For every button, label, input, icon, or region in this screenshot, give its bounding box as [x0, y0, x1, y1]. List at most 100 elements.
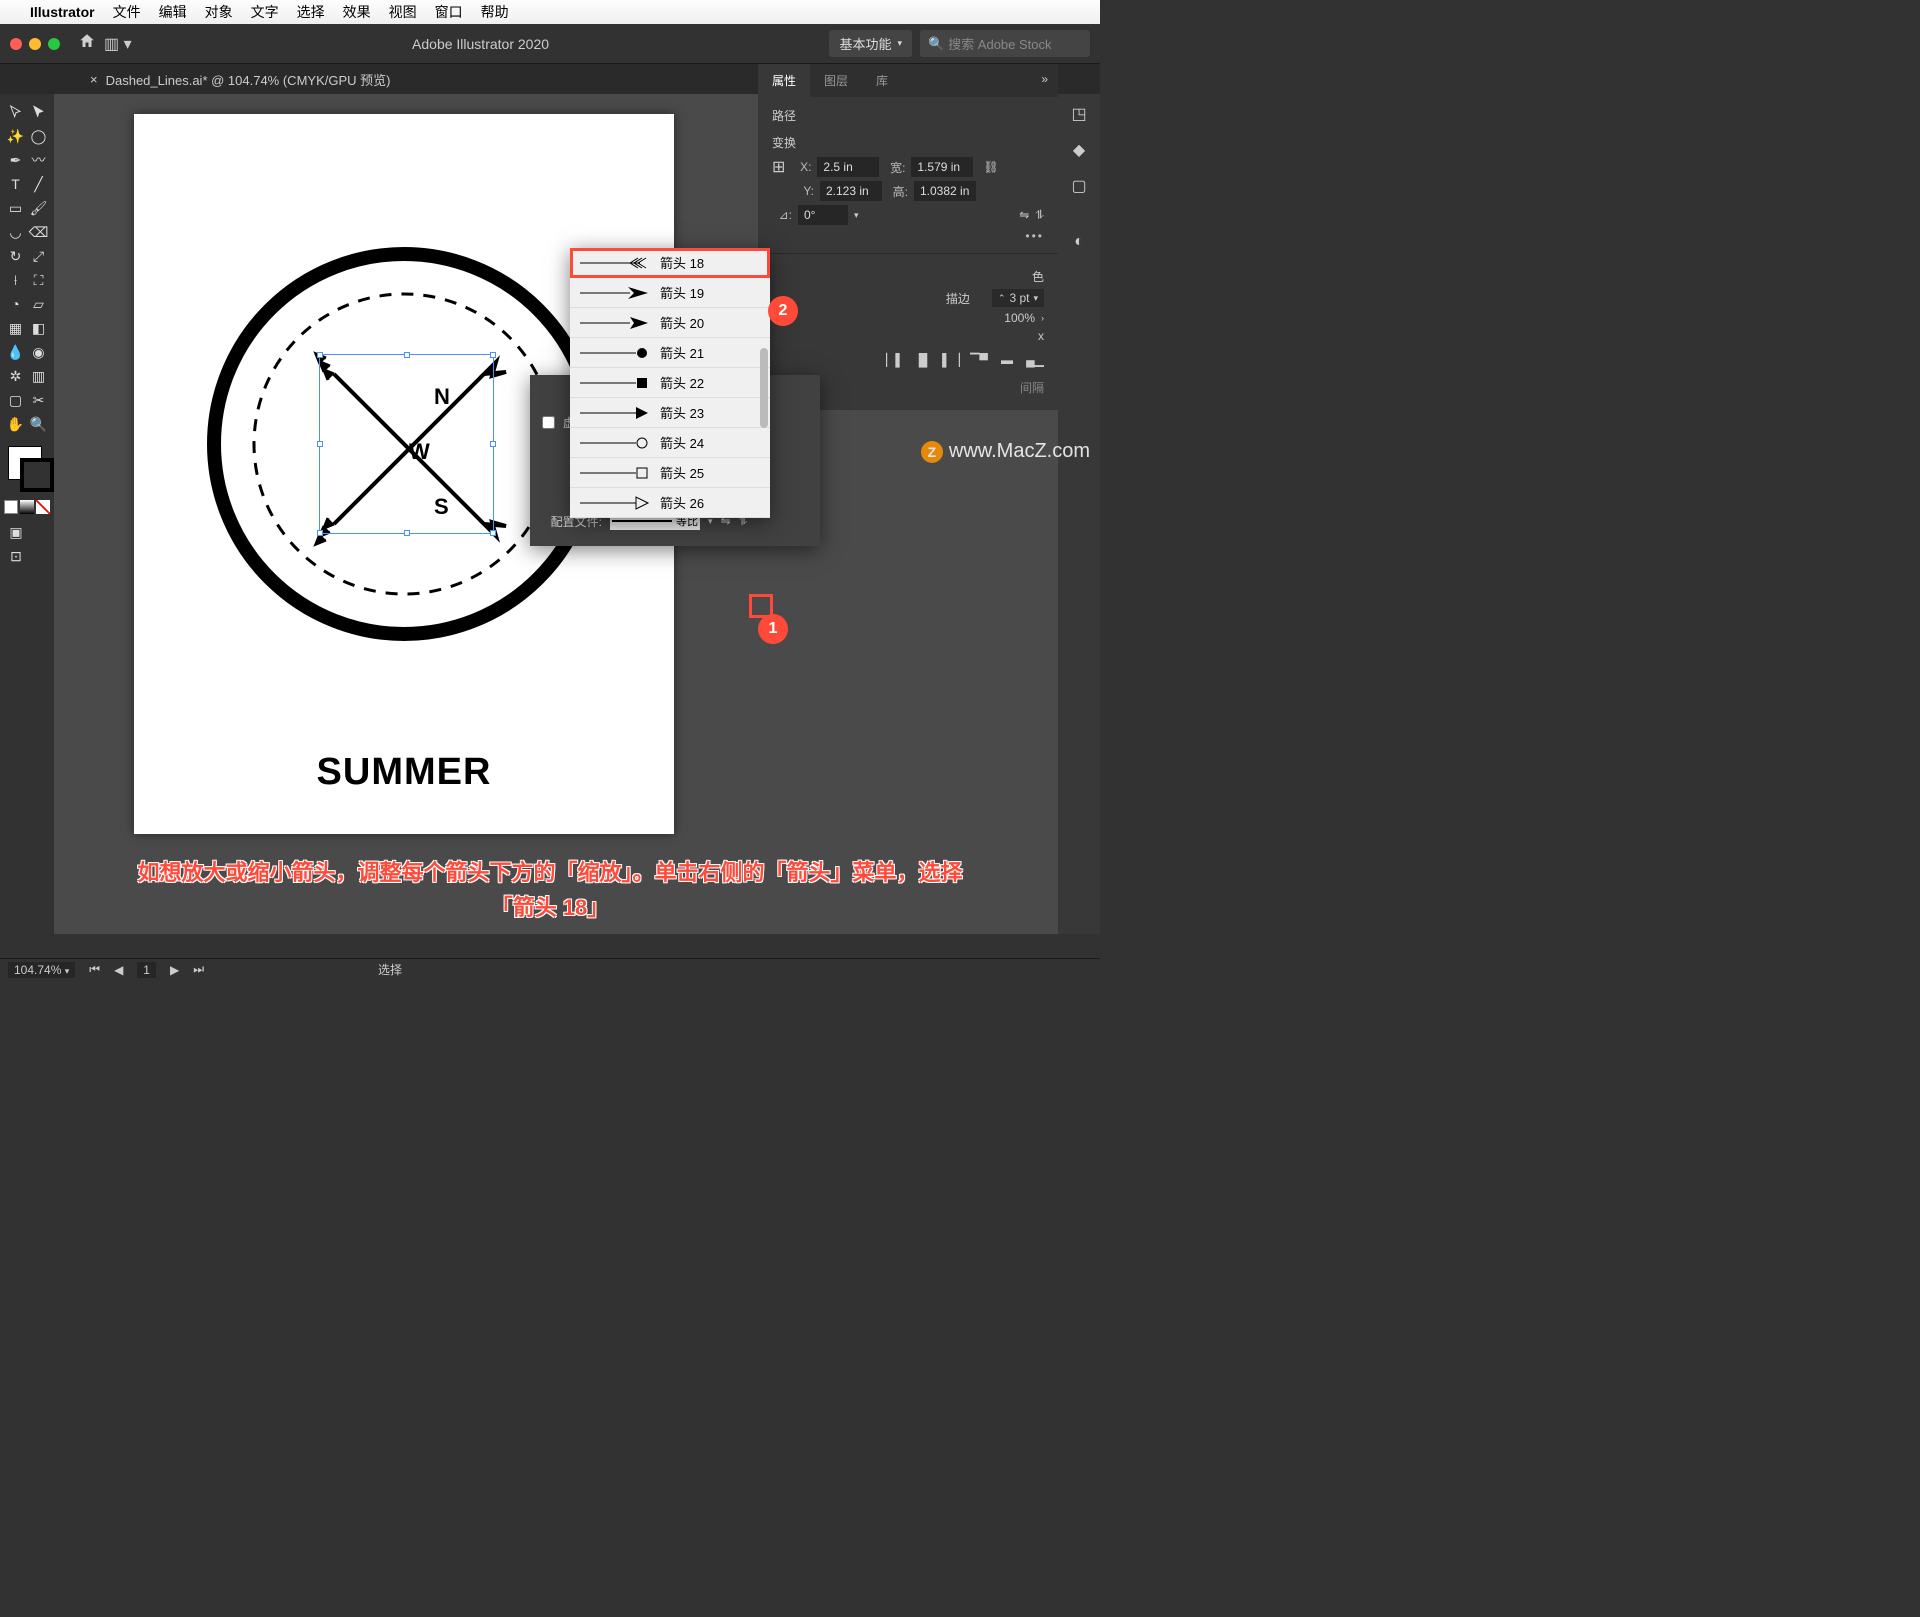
menu-select[interactable]: 选择 — [297, 2, 325, 22]
dropdown-scrollbar[interactable] — [760, 348, 768, 428]
nav-next-icon[interactable]: ▶ — [170, 963, 179, 977]
blend-tool[interactable]: ◉ — [27, 340, 50, 364]
arrow-option-23[interactable]: 箭头 23 — [570, 398, 770, 428]
menu-help[interactable]: 帮助 — [481, 2, 509, 22]
line-tool[interactable]: ╱ — [27, 172, 50, 196]
gradient-mode-icon[interactable] — [20, 500, 34, 514]
comments-dock-icon[interactable]: ◐ — [1067, 230, 1091, 254]
zoom-level-input[interactable]: 104.74% ▾ — [8, 962, 75, 978]
nav-prev-icon[interactable]: ◀ — [114, 963, 123, 977]
screen-mode-icon[interactable]: ▣ — [4, 520, 28, 544]
selection-bounding-box[interactable] — [319, 354, 494, 534]
menu-app-name[interactable]: Illustrator — [30, 4, 95, 20]
menu-type[interactable]: 文字 — [251, 2, 279, 22]
tab-libraries[interactable]: 库 — [862, 64, 902, 97]
perspective-tool[interactable]: ▱ — [27, 292, 50, 316]
none-mode-icon[interactable] — [36, 500, 50, 514]
color-mode-icon[interactable] — [4, 500, 18, 514]
shape-builder-tool[interactable]: ◔ — [4, 292, 27, 316]
stroke-swatch[interactable] — [20, 458, 54, 492]
reference-point-icon[interactable]: ⊞ — [772, 157, 785, 177]
link-wh-icon[interactable]: ⛓ — [983, 160, 998, 174]
selection-tool[interactable] — [4, 100, 27, 124]
mesh-tool[interactable]: ▦ — [4, 316, 27, 340]
y-input[interactable] — [820, 181, 882, 201]
opacity-value[interactable]: 100% — [1004, 311, 1035, 325]
width-input[interactable] — [911, 157, 973, 177]
curvature-tool[interactable]: 〰 — [27, 148, 50, 172]
arrow-option-22[interactable]: 箭头 22 — [570, 368, 770, 398]
free-transform-tool[interactable]: ⛶ — [27, 268, 50, 292]
document-tab[interactable]: Dashed_Lines.ai* @ 104.74% (CMYK/GPU 预览) — [106, 70, 391, 89]
arrange-documents-icon[interactable]: ▥ ▾ — [104, 34, 132, 54]
arrow-option-18[interactable]: 箭头 18 — [570, 248, 770, 278]
menu-object[interactable]: 对象 — [205, 2, 233, 22]
align-top-icon[interactable]: ▔▀ — [970, 351, 988, 369]
menu-view[interactable]: 视图 — [389, 2, 417, 22]
tab-layers[interactable]: 图层 — [810, 64, 862, 97]
menu-file[interactable]: 文件 — [113, 2, 141, 22]
align-bottom-icon[interactable]: ▄▁ — [1026, 351, 1044, 369]
nav-last-icon[interactable]: ⏭ — [193, 962, 204, 977]
height-input[interactable] — [914, 181, 976, 201]
more-options-icon[interactable]: ••• — [772, 229, 1044, 243]
artboard-number-input[interactable]: 1 — [137, 962, 156, 978]
direct-selection-tool[interactable] — [27, 100, 50, 124]
layers-dock-icon[interactable]: ◆ — [1067, 138, 1091, 162]
arrow-option-25[interactable]: 箭头 25 — [570, 458, 770, 488]
expand-panel-icon[interactable]: » — [1031, 64, 1058, 97]
flip-v-icon[interactable]: ⥮ — [1035, 208, 1044, 223]
magic-wand-tool[interactable]: ✨ — [4, 124, 27, 148]
menu-window[interactable]: 窗口 — [435, 2, 463, 22]
align-center-h-icon[interactable]: ▐▌ — [914, 351, 932, 369]
rotate-tool[interactable]: ↻ — [4, 244, 27, 268]
menu-edit[interactable]: 编辑 — [159, 2, 187, 22]
align-right-icon[interactable]: ▌▕ — [942, 351, 960, 369]
properties-dock-icon[interactable]: ◳ — [1067, 102, 1091, 126]
fill-stroke-swatches[interactable] — [4, 446, 50, 496]
opacity-chevron-icon[interactable]: › — [1041, 313, 1044, 323]
nav-first-icon[interactable]: ⏮ — [89, 962, 100, 977]
eyedropper-tool[interactable]: 💧 — [4, 340, 27, 364]
menu-effect[interactable]: 效果 — [343, 2, 371, 22]
angle-input[interactable] — [798, 205, 848, 225]
gradient-tool[interactable]: ◧ — [27, 316, 50, 340]
symbol-sprayer-tool[interactable]: ✲ — [4, 364, 27, 388]
arrow-option-26[interactable]: 箭头 26 — [570, 488, 770, 518]
rectangle-tool[interactable]: ▭ — [4, 196, 27, 220]
align-middle-v-icon[interactable]: ▬ — [998, 351, 1016, 369]
arrow-option-24[interactable]: 箭头 24 — [570, 428, 770, 458]
maximize-window-button[interactable] — [48, 38, 60, 50]
close-window-button[interactable] — [10, 38, 22, 50]
type-tool[interactable]: T — [4, 172, 27, 196]
shaper-tool[interactable]: ◡ — [4, 220, 27, 244]
paintbrush-tool[interactable]: 🖌 — [27, 196, 50, 220]
eraser-tool[interactable]: ⌫ — [27, 220, 50, 244]
graph-tool[interactable]: ▥ — [27, 364, 50, 388]
arrow-option-19[interactable]: 箭头 19 — [570, 278, 770, 308]
adobe-stock-search[interactable]: 🔍 搜索 Adobe Stock — [920, 30, 1090, 57]
flip-h-icon[interactable]: ⇋ — [1019, 208, 1029, 222]
lasso-tool[interactable]: ◯ — [27, 124, 50, 148]
arrow-option-21[interactable]: 箭头 21 — [570, 338, 770, 368]
width-tool[interactable]: ⟊ — [4, 268, 27, 292]
align-left-icon[interactable]: ▏▌ — [886, 351, 904, 369]
slice-tool[interactable]: ✂ — [27, 388, 50, 412]
hand-tool[interactable]: ✋ — [4, 412, 27, 436]
dashed-line-checkbox[interactable] — [542, 416, 555, 429]
workspace-selector[interactable]: 基本功能▾ — [829, 30, 912, 57]
close-tab-icon[interactable]: × — [90, 72, 98, 87]
arrow-option-20[interactable]: 箭头 20 — [570, 308, 770, 338]
stroke-weight-input[interactable]: ⌃3 pt▾ — [992, 289, 1044, 307]
x-input[interactable] — [817, 157, 879, 177]
home-icon[interactable] — [78, 32, 96, 55]
pen-tool[interactable]: ✒ — [4, 148, 27, 172]
edit-toolbar-icon[interactable]: ⊡ — [4, 544, 28, 568]
scale-tool[interactable]: ⤢ — [27, 244, 50, 268]
minimize-window-button[interactable] — [29, 38, 41, 50]
artboard-tool[interactable]: ▢ — [4, 388, 27, 412]
libraries-dock-icon[interactable]: ▢ — [1067, 174, 1091, 198]
tab-properties[interactable]: 属性 — [758, 64, 810, 97]
zoom-tool[interactable]: 🔍 — [27, 412, 50, 436]
arrowhead-dropdown-list: 箭头 18 箭头 19 箭头 20 箭头 21 箭头 22 箭头 23 箭头 2… — [570, 248, 770, 518]
